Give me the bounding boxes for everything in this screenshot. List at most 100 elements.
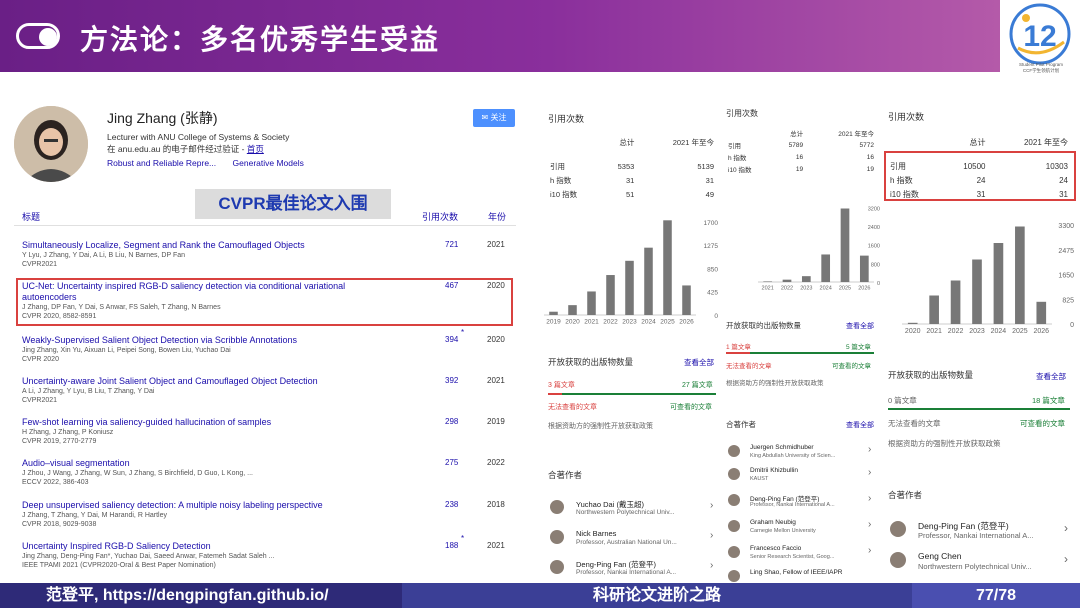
highlight-box — [884, 151, 1076, 201]
chart-bar[interactable] — [549, 311, 558, 315]
chart-bar[interactable] — [859, 255, 869, 282]
chart-y-tick: 0 — [714, 313, 718, 320]
chart-bar[interactable] — [644, 247, 653, 315]
panel2-oa-title: 开放获取的出版物数量 — [726, 321, 801, 330]
panel3-oa-na[interactable]: 18 篇文章 — [1032, 395, 1065, 406]
chart-x-tick: 2022 — [948, 328, 964, 335]
chart-bar[interactable] — [929, 295, 939, 325]
chart-bar[interactable] — [587, 291, 596, 315]
panel1-oa-na-label: 可查看的文章 — [670, 404, 712, 411]
chart-y-tick: 3200 — [868, 206, 880, 212]
chart-x-tick: 2025 — [660, 319, 675, 326]
chart-x-tick: 2022 — [603, 319, 618, 326]
coauthor-avatar — [728, 468, 740, 480]
chart-x-tick: 2025 — [1012, 328, 1028, 335]
profile-name: Jing Zhang (张静) — [107, 110, 218, 126]
col-cited[interactable]: 引用次数 — [422, 210, 458, 223]
panel2-oa-bar-red — [726, 352, 750, 354]
panel3-oa-na-label: 可查看的文章 — [1020, 419, 1065, 428]
col-title[interactable]: 标题 — [22, 210, 40, 223]
chart-bar[interactable] — [821, 254, 831, 282]
chart-bar[interactable] — [625, 260, 634, 315]
chart-x-tick: 2021 — [762, 286, 774, 292]
chart-bar[interactable] — [663, 220, 672, 315]
chart-bar[interactable] — [568, 305, 577, 315]
tag-robust[interactable]: Robust and Reliable Repre... — [107, 158, 216, 168]
chevron-right-icon: › — [868, 545, 872, 556]
chart-y-tick: 800 — [871, 262, 880, 268]
homepage-link[interactable]: 首页 — [247, 144, 264, 154]
chart-bar[interactable] — [1036, 301, 1047, 324]
footer-bar: 范登平, https://dengpingfan.github.io/ 科研论文… — [0, 583, 1080, 608]
panel2-oa-bar-green — [750, 352, 874, 354]
footer-author: 范登平, https://dengpingfan.github.io/ — [0, 583, 402, 608]
panel1-metrics: 总计 2021 年至今 引用 5353 5139 h 指数 31 31 i10 指数 51 4… — [550, 137, 714, 199]
paper-row: Deep unsupervised saliency detection: A … — [22, 500, 505, 528]
follow-button[interactable]: ✉ 关注 — [473, 109, 515, 127]
chevron-right-icon: › — [1064, 552, 1068, 566]
chart-bar[interactable] — [1015, 226, 1025, 325]
highlight-box — [16, 278, 513, 326]
coauthor-avatar — [890, 521, 906, 537]
col-year[interactable]: 年份 — [488, 210, 506, 223]
chart-bar[interactable] — [972, 259, 982, 325]
coauthor-avatar — [550, 500, 564, 514]
citation-chart-1: 2019 2020 2021 2022 2023 2024 2025 2026 1700 1275… — [544, 220, 719, 326]
panel2-oa-avail[interactable]: 1 篇文章 — [726, 341, 751, 351]
chart-y-tick: 1275 — [704, 243, 719, 250]
chart-x-tick: 2023 — [800, 286, 812, 292]
panel1-oa-title: 开放获取的出版物数量 — [548, 357, 634, 367]
chart-y-tick: 425 — [707, 290, 718, 297]
chart-bar[interactable] — [840, 208, 850, 283]
coauthor-avatar — [728, 445, 740, 457]
profile-info: Lecturer with ANU College of Systems & S… — [107, 131, 289, 155]
chart-bar[interactable] — [907, 322, 918, 324]
panel3-title: 引用次数 — [888, 112, 925, 122]
chart-bar[interactable] — [682, 285, 691, 315]
profile-tags: Robust and Reliable Repre... Generative … — [107, 158, 318, 168]
toggle-icon — [16, 23, 60, 49]
chart-bar[interactable] — [993, 243, 1004, 324]
coauthor-avatar — [728, 494, 740, 506]
chevron-right-icon: › — [868, 444, 872, 455]
chart-bar[interactable] — [782, 279, 792, 282]
chevron-right-icon: › — [868, 493, 872, 504]
panel2-oa-na-label: 可查看的文章 — [832, 363, 871, 370]
chart-x-tick: 2026 — [679, 319, 694, 326]
panel3-oa-avail[interactable]: 0 篇文章 — [888, 395, 917, 406]
tag-generative[interactable]: Generative Models — [233, 158, 304, 168]
profile-email: 在 anu.edu.au 的电子邮件经过验证 - — [107, 144, 247, 154]
chart-x-tick: 2022 — [781, 286, 793, 292]
chart-x-tick: 2026 — [1033, 328, 1049, 335]
panel2-title: 引用次数 — [726, 109, 758, 118]
paper-row: Uncertainty Inspired RGB-D Saliency Dete… — [22, 534, 505, 569]
panel3-see-all[interactable]: 查看全部 — [1036, 371, 1066, 382]
chevron-right-icon: › — [868, 519, 872, 530]
panel2-see-all[interactable]: 查看全部 — [846, 321, 874, 331]
chart-y-tick: 3300 — [1058, 223, 1074, 230]
panel1-see-all[interactable]: 查看全部 — [684, 357, 714, 368]
chevron-right-icon: › — [868, 467, 872, 478]
panel1-oa-avail-label: 无法查看的文章 — [548, 404, 597, 411]
chart-x-tick: 2025 — [839, 286, 851, 292]
coauthor-avatar — [728, 546, 740, 558]
chart-y-tick: 0 — [1070, 322, 1074, 329]
panel1-oa-avail[interactable]: 3 篇文章 — [548, 380, 575, 390]
chart-bar[interactable] — [801, 276, 811, 282]
panel2-coauthor-title: 合著作者 — [726, 420, 756, 429]
panel1-oa-bar-red — [548, 393, 562, 395]
chart-bar[interactable] — [606, 275, 615, 315]
panel3-oa-avail-label: 无法查看的文章 — [888, 419, 941, 428]
panel1-oa-na[interactable]: 27 篇文章 — [682, 380, 713, 390]
panel1-oa-note: 根据资助方的强制性开放获取政策 — [548, 423, 653, 430]
panel2-oa-na[interactable]: 5 篇文章 — [846, 341, 871, 351]
coauthor-avatar — [550, 530, 564, 544]
panel3-oa-bar-green — [888, 408, 1070, 410]
panel3-oa-note: 根据资助方的强制性开放获取政策 — [888, 439, 1001, 448]
chart-bar[interactable] — [763, 281, 773, 282]
chart-bar[interactable] — [950, 280, 961, 325]
cvpr-badge: CVPR最佳论文入围 — [195, 189, 391, 219]
panel2-coauthor-see-all[interactable]: 查看全部 — [846, 420, 874, 430]
coauthor-avatar — [550, 560, 564, 574]
panel1-title: 引用次数 — [548, 114, 585, 124]
